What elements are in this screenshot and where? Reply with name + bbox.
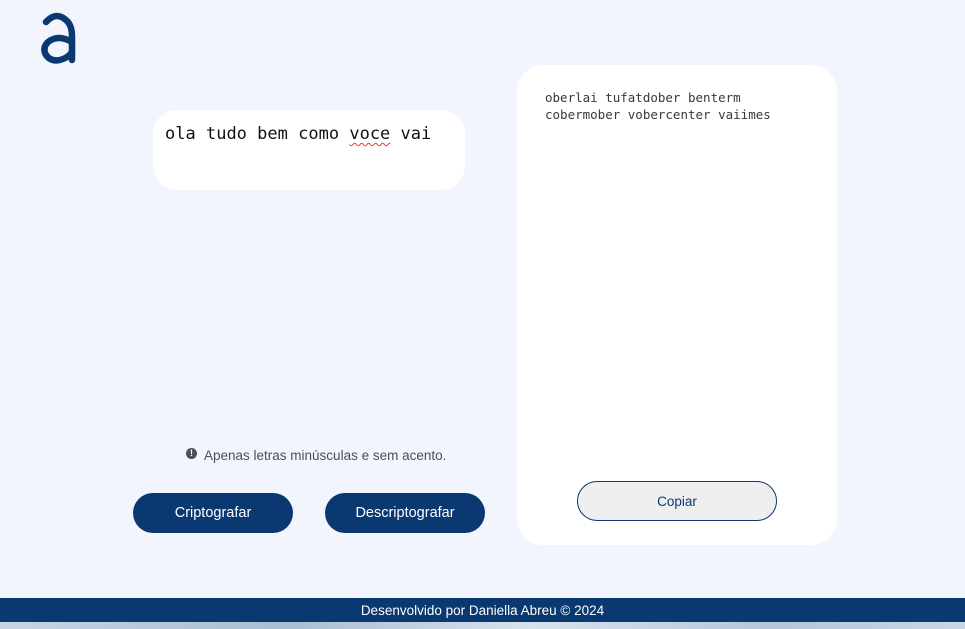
- copy-button[interactable]: Copiar: [577, 481, 777, 521]
- output-panel: oberlai tufatdober benterm cobermober vo…: [517, 65, 837, 545]
- alura-logo-icon[interactable]: [38, 12, 76, 64]
- output-text: oberlai tufatdober benterm cobermober vo…: [545, 90, 771, 122]
- input-hint: ! Apenas letras minúsculas e sem acento.: [186, 448, 446, 463]
- misspelled-word: voce: [349, 124, 391, 144]
- decrypt-button[interactable]: Descriptografar: [325, 493, 485, 533]
- footer: Desenvolvido por Daniella Abreu © 2024: [0, 598, 965, 622]
- input-text: ola tudo bem como voce vai: [165, 124, 432, 144]
- bottom-decoration: [0, 622, 965, 629]
- text-input-area[interactable]: ola tudo bem como voce vai: [153, 110, 465, 190]
- footer-text: Desenvolvido por Daniella Abreu © 2024: [360, 602, 605, 618]
- page: ola tudo bem como voce vai ! Apenas letr…: [0, 0, 965, 629]
- encrypt-button[interactable]: Criptografar: [133, 493, 293, 533]
- hint-text: Apenas letras minúsculas e sem acento.: [204, 448, 447, 463]
- exclamation-circle-icon: !: [186, 448, 197, 459]
